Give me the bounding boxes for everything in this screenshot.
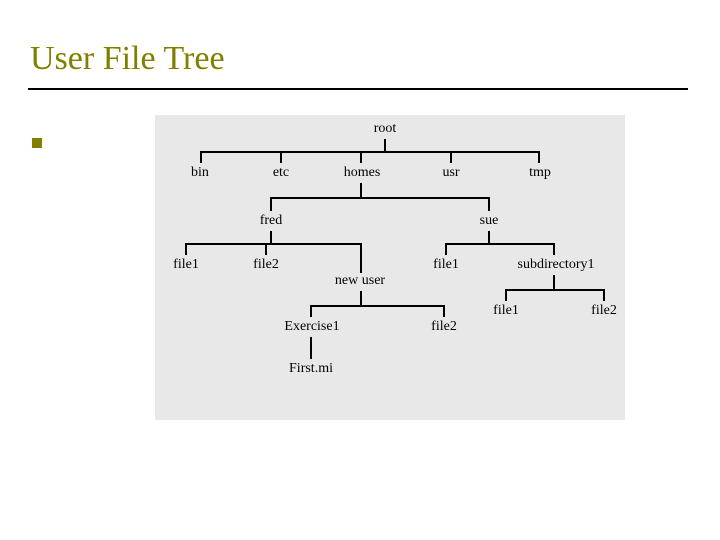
node-fred: fred (255, 213, 287, 229)
node-subdir-file1: file1 (490, 303, 522, 319)
node-usr: usr (439, 165, 463, 181)
node-fred-file1: file1 (170, 257, 202, 273)
tree-diagram: root bin etc homes usr tmp fred sue file… (155, 115, 625, 420)
node-exercise1: Exercise1 (280, 319, 344, 335)
node-sue: sue (475, 213, 503, 229)
slide-title: User File Tree (30, 40, 225, 78)
node-newuser: new user (330, 273, 390, 289)
node-root: root (370, 121, 400, 137)
title-underline (28, 88, 688, 90)
bullet-icon (32, 138, 42, 148)
node-subdir1: subdirectory1 (510, 257, 602, 273)
node-newuser-file2: file2 (428, 319, 460, 335)
node-fred-file2: file2 (250, 257, 282, 273)
node-subdir-file2: file2 (588, 303, 620, 319)
node-etc: etc (267, 165, 295, 181)
node-firstmi: First.mi (283, 361, 339, 377)
node-sue-file1: file1 (430, 257, 462, 273)
node-homes: homes (340, 165, 384, 181)
node-bin: bin (185, 165, 215, 181)
node-tmp: tmp (525, 165, 555, 181)
